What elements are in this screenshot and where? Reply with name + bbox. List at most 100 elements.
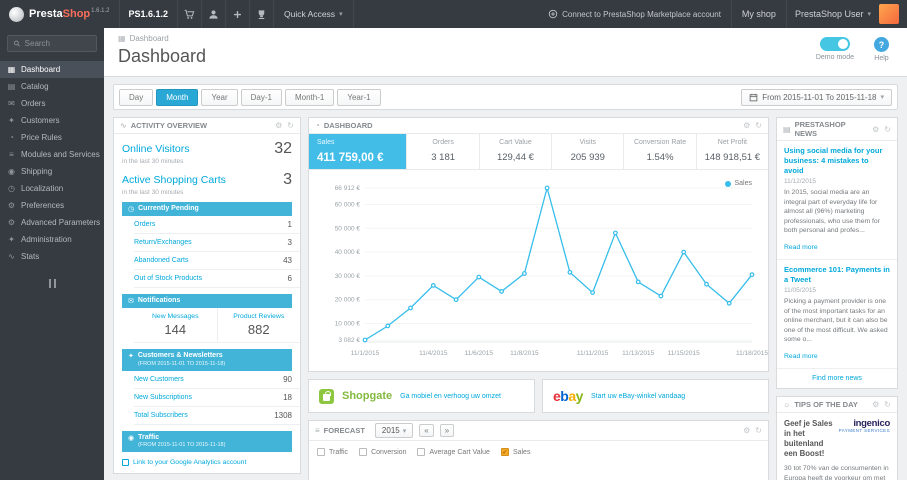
read-more-link[interactable]: Read more <box>784 353 818 360</box>
sidebar-item-price-rules[interactable]: ◔ Price Rules <box>0 129 104 146</box>
news-article-title[interactable]: Using social media for your business: 4 … <box>784 146 890 175</box>
kpi-cart-value[interactable]: Cart Value 129,44 € <box>480 134 553 169</box>
sidebar-item-preferences[interactable]: ⚙ Preferences <box>0 197 104 214</box>
online-visitors-link[interactable]: Online Visitors <box>122 143 190 155</box>
svg-text:50 000 €: 50 000 € <box>335 225 361 232</box>
shopgate-logo-text: Shopgate <box>342 390 393 402</box>
settings-icon[interactable]: ⚙ <box>275 121 282 130</box>
ebay-card[interactable]: ebay Start uw eBay-winkel vandaag <box>542 379 769 413</box>
forecast-prev-button[interactable]: « <box>419 424 434 437</box>
administration-icon: ✦ <box>8 235 15 244</box>
marketplace-link[interactable]: Connect to PrestaShop Marketplace accoun… <box>538 0 731 28</box>
shopgate-card[interactable]: Shopgate Ga mobiel en verhoog uw omzet <box>308 379 535 413</box>
refresh-icon[interactable]: ↻ <box>884 400 891 409</box>
customers-row-new-subscriptions[interactable]: New Subscriptions 18 <box>134 389 300 407</box>
pending-row-orders[interactable]: Orders 1 <box>134 216 300 234</box>
sidebar-item-administration[interactable]: ✦ Administration <box>0 231 104 248</box>
caret-down-icon: ▾ <box>880 94 884 101</box>
pending-row-returns[interactable]: Return/Exchanges 3 <box>134 234 300 252</box>
customers-topbar-icon[interactable] <box>201 0 225 28</box>
demo-mode-toggle[interactable] <box>819 37 850 51</box>
sidebar-item-shipping[interactable]: ◉ Shipping <box>0 163 104 180</box>
range-button-month-1[interactable]: Month-1 <box>284 88 335 106</box>
kpi-row: Sales 411 759,00 € Orders 3 181 Cart Val… <box>309 134 768 170</box>
prestashop-logo[interactable]: PrestaShop1.6.1.2 <box>0 0 119 28</box>
user-menu[interactable]: PrestaShop User ▾ <box>785 0 879 28</box>
sidebar-item-dashboard[interactable]: ▦ Dashboard <box>0 61 104 78</box>
sidebar-item-advanced-parameters[interactable]: ⚙ Advanced Parameters <box>0 214 104 231</box>
traffic-icon: ◉ <box>128 434 135 442</box>
my-shop-link[interactable]: My shop <box>730 0 786 28</box>
customers-row-total-subscribers[interactable]: Total Subscribers 1308 <box>134 407 300 425</box>
sidebar-collapse-button[interactable] <box>0 275 104 292</box>
trophy-icon[interactable] <box>249 0 273 28</box>
help-block: ? Help <box>874 37 889 62</box>
checkbox-icon <box>359 448 368 456</box>
kpi-visits[interactable]: Visits 205 939 <box>552 134 625 169</box>
forecast-legend-traffic[interactable]: Traffic <box>317 448 348 456</box>
settings-icon[interactable]: ⚙ <box>743 121 750 130</box>
range-button-month[interactable]: Month <box>156 88 199 106</box>
shopgate-link[interactable]: Ga mobiel en verhoog uw omzet <box>400 393 501 400</box>
help-icon[interactable]: ? <box>874 37 889 52</box>
settings-icon[interactable]: ⚙ <box>743 426 750 435</box>
forecast-legend-average-cart-value[interactable]: Average Cart Value <box>417 448 490 456</box>
sidebar-item-modules[interactable]: ≡ Modules and Services <box>0 146 104 163</box>
sidebar-item-orders[interactable]: ✉ Orders <box>0 95 104 112</box>
kpi-sales[interactable]: Sales 411 759,00 € <box>309 134 408 169</box>
sidebar-item-catalog[interactable]: ▤ Catalog <box>0 78 104 95</box>
shop-version-label: PS1.6.1.2 <box>118 0 178 28</box>
ebay-link[interactable]: Start uw eBay-winkel vandaag <box>591 393 685 400</box>
forecast-legend-sales[interactable]: ✓ Sales <box>500 448 530 456</box>
svg-text:11/4/2015: 11/4/2015 <box>419 350 448 357</box>
new-messages-stat[interactable]: New Messages 144 <box>134 308 218 342</box>
forecast-year-select[interactable]: 2015 ▾ <box>374 423 414 438</box>
price-rules-icon: ◔ <box>9 133 14 142</box>
range-button-day[interactable]: Day <box>119 88 154 106</box>
sidebar-item-stats[interactable]: ∿ Stats <box>0 248 104 265</box>
cart-icon[interactable] <box>177 0 201 28</box>
forecast-next-button[interactable]: » <box>439 424 455 437</box>
avatar[interactable] <box>879 4 899 24</box>
header-controls: Demo mode ? Help <box>816 37 889 62</box>
sidebar-item-localization[interactable]: ◷ Localization <box>0 180 104 197</box>
customers-row-new-customers[interactable]: New Customers 90 <box>134 371 300 389</box>
find-more-news-link[interactable]: Find more news <box>777 369 897 388</box>
product-reviews-stat[interactable]: Product Reviews 882 <box>218 308 301 342</box>
localization-icon: ◷ <box>8 184 15 193</box>
pending-row-abandoned-carts[interactable]: Abandoned Carts 43 <box>134 252 300 270</box>
range-button-year-1[interactable]: Year-1 <box>337 88 381 106</box>
search-input[interactable] <box>24 39 91 48</box>
kpi-orders[interactable]: Orders 3 181 <box>407 134 480 169</box>
svg-text:11/11/2015: 11/11/2015 <box>577 350 609 357</box>
forecast-legend-conversion[interactable]: Conversion <box>359 448 406 456</box>
kpi-net-profit[interactable]: Net Profit 148 918,51 € <box>697 134 768 169</box>
sidebar-item-customers[interactable]: ✦ Customers <box>0 112 104 129</box>
forecast-panel: ≡ FORECAST 2015 ▾ « » ⚙ ↻ Traffic Conver <box>308 420 769 480</box>
pending-row-out-of-stock[interactable]: Out of Stock Products 6 <box>134 270 300 288</box>
range-button-day-1[interactable]: Day-1 <box>240 88 282 106</box>
settings-icon[interactable]: ⚙ <box>872 125 879 134</box>
sidebar-item-label: Preferences <box>21 201 65 210</box>
news-article-title[interactable]: Ecommerce 101: Payments in a Tweet <box>784 265 890 285</box>
read-more-link[interactable]: Read more <box>784 244 818 251</box>
refresh-icon[interactable]: ↻ <box>287 121 294 130</box>
svg-text:10 000 €: 10 000 € <box>335 321 361 328</box>
chart-legend[interactable]: Sales <box>725 180 752 187</box>
notifications-header: ✉ Notifications <box>122 294 292 308</box>
stats-icon: ∿ <box>8 252 15 261</box>
settings-icon[interactable]: ⚙ <box>872 400 879 409</box>
refresh-icon[interactable]: ↻ <box>884 125 891 134</box>
google-analytics-link[interactable]: Link to your Google Analytics account <box>122 459 292 467</box>
add-icon[interactable] <box>225 0 249 28</box>
breadcrumb[interactable]: ▦ Dashboard <box>118 34 893 43</box>
quick-access-menu[interactable]: Quick Access ▾ <box>273 0 354 28</box>
active-carts-link[interactable]: Active Shopping Carts <box>122 174 226 186</box>
sidebar-item-label: Orders <box>21 99 46 108</box>
refresh-icon[interactable]: ↻ <box>755 121 762 130</box>
range-button-year[interactable]: Year <box>201 88 238 106</box>
kpi-conversion-rate[interactable]: Conversion Rate 1.54% <box>624 134 697 169</box>
refresh-icon[interactable]: ↻ <box>755 426 762 435</box>
date-range-picker[interactable]: From 2015-11-01 To 2015-11-18 ▾ <box>741 88 892 106</box>
product-reviews-value: 882 <box>247 322 270 337</box>
